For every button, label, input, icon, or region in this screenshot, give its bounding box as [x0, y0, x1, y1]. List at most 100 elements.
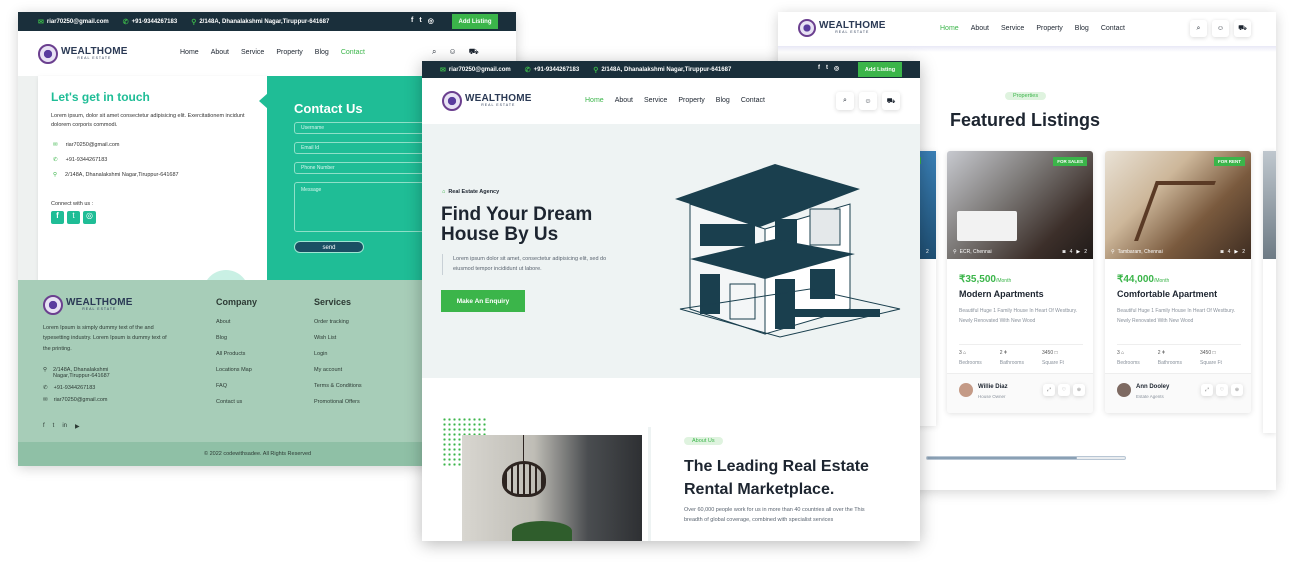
footer-email[interactable]: ✉ riar70250@gmail.com [43, 397, 133, 403]
search-icon[interactable]: ⌕ [836, 92, 854, 110]
service-link[interactable]: Order tracking [314, 319, 362, 325]
topbar-email[interactable]: ✉ riar70250@gmail.com [38, 18, 109, 26]
nav-contact[interactable]: Contact [341, 49, 365, 56]
company-link[interactable]: All Products [216, 351, 252, 357]
logo-mark-icon [798, 19, 816, 37]
enquiry-button[interactable]: Make An Enquiry [441, 290, 525, 312]
footer-phone[interactable]: ✆ +91-9344267183 [43, 385, 133, 391]
add-icon[interactable]: ⊕ [1231, 384, 1243, 396]
instagram-icon[interactable]: ◎ [834, 65, 839, 72]
heart-icon[interactable]: ♡ [1216, 384, 1228, 396]
service-link[interactable]: My account [314, 367, 362, 373]
services-title: Services [314, 297, 352, 307]
company-link[interactable]: Contact us [216, 399, 252, 405]
service-link[interactable]: Login [314, 351, 362, 357]
topbar-phone[interactable]: ✆ +91-9344267183 [525, 66, 579, 74]
nav-about[interactable]: About [211, 49, 229, 56]
service-link[interactable]: Promotional Offers [314, 399, 362, 405]
company-link[interactable]: About [216, 319, 252, 325]
twitter-icon[interactable]: t [53, 423, 55, 430]
expand-icon[interactable]: ⤢ [1201, 384, 1213, 396]
instagram-icon[interactable]: ◎ [83, 211, 96, 224]
agent-name[interactable]: Ann Dooley [1136, 384, 1169, 390]
user-icon[interactable]: ☺ [859, 92, 877, 110]
nav-property[interactable]: Property [1036, 25, 1062, 32]
nav-service[interactable]: Service [644, 97, 667, 104]
expand-icon[interactable]: ⤢ [1043, 384, 1055, 396]
mail-icon: ✉ [440, 66, 446, 74]
contact-phone[interactable]: ✆ +91-9344267183 [53, 157, 179, 163]
listing-card[interactable]: FOR RENT ⚲ Tambaram, Chennai ◙ 4 ▶ 2 ₹44,00… [1105, 151, 1251, 413]
company-link[interactable]: FAQ [216, 383, 252, 389]
cart-icon[interactable]: ⛟ [1234, 20, 1251, 37]
twitter-icon[interactable]: t [826, 65, 828, 72]
nav-service[interactable]: Service [241, 49, 264, 56]
facebook-icon[interactable]: f [818, 65, 820, 72]
topbar-phone[interactable]: ✆ +91-9344267183 [123, 18, 177, 26]
listing-price: ₹44,000/Month [1117, 274, 1170, 285]
message-field[interactable]: Message [294, 182, 434, 232]
facebook-icon[interactable]: f [411, 17, 413, 25]
add-listing-button[interactable]: Add Listing [858, 62, 902, 77]
add-listing-button[interactable]: Add Listing [452, 14, 498, 29]
nav-home[interactable]: Home [585, 97, 604, 104]
bed-icon: ⌂ [1121, 350, 1125, 356]
area-stat: 3450 □ Square Ft [1199, 350, 1222, 366]
nav-contact[interactable]: Contact [1101, 25, 1125, 32]
logo[interactable]: WEALTHOME REAL ESTATE [798, 19, 886, 37]
nav-contact[interactable]: Contact [741, 97, 765, 104]
footer-logo[interactable]: WEALTHOME REAL ESTATE [43, 295, 133, 315]
agent-name[interactable]: Willie Diaz [978, 384, 1008, 390]
cart-icon[interactable]: ⛟ [882, 92, 900, 110]
search-icon[interactable]: ⌕ [1190, 20, 1207, 37]
company-link[interactable]: Blog [216, 335, 252, 341]
company-link[interactable]: Locations Map [216, 367, 252, 373]
nav-property[interactable]: Property [276, 49, 302, 56]
scrollbar-thumb[interactable] [927, 457, 1077, 459]
instagram-icon[interactable]: ◎ [428, 17, 434, 25]
logo[interactable]: WEALTHOME REAL ESTATE [38, 44, 128, 64]
add-icon[interactable]: ⊕ [1073, 384, 1085, 396]
about-image [462, 435, 642, 541]
facebook-icon[interactable]: f [43, 423, 45, 430]
listing-name[interactable]: Comfortable Apartment [1117, 289, 1217, 299]
heart-icon[interactable]: ♡ [1058, 384, 1070, 396]
nav-home[interactable]: Home [940, 25, 959, 32]
nav-blog[interactable]: Blog [716, 97, 730, 104]
nav-blog[interactable]: Blog [1075, 25, 1089, 32]
phone-icon: ✆ [53, 157, 58, 163]
facebook-icon[interactable]: f [51, 211, 64, 224]
user-icon[interactable]: ☺ [448, 47, 456, 57]
bathrooms-stat: 2 ǂ Bathrooms [999, 350, 1024, 366]
send-button[interactable]: send [294, 241, 364, 253]
avatar [1117, 383, 1131, 397]
listing-name[interactable]: Modern Apartments [959, 289, 1044, 299]
user-icon[interactable]: ☺ [1212, 20, 1229, 37]
nav-about[interactable]: About [615, 97, 633, 104]
logo[interactable]: WEALTHOME REAL ESTATE [442, 91, 532, 111]
email-field[interactable]: Email Id [294, 142, 434, 154]
topbar-email[interactable]: ✉ riar70250@gmail.com [440, 66, 511, 74]
service-link[interactable]: Terms & Conditions [314, 383, 362, 389]
carousel-scrollbar[interactable] [926, 456, 1126, 460]
bathrooms-stat: 2 ǂ Bathrooms [1157, 350, 1182, 366]
twitter-icon[interactable]: t [67, 211, 80, 224]
phone-icon: ✆ [122, 18, 129, 26]
service-link[interactable]: Wish List [314, 335, 362, 341]
youtube-icon[interactable]: ▶ [75, 423, 80, 430]
search-icon[interactable]: ⌕ [432, 47, 436, 57]
nav-blog[interactable]: Blog [315, 49, 329, 56]
listing-card[interactable]: FOR SALES ⚲ ECR, Chennai ◙ 4 ▶ 2 ₹35,500/Mo… [947, 151, 1093, 413]
username-field[interactable]: Username [294, 122, 434, 134]
partial-card-right [1263, 151, 1276, 433]
touch-text: Lorem ipsum, dolor sit amet consectetur … [51, 113, 245, 128]
nav-service[interactable]: Service [1001, 25, 1024, 32]
contact-email[interactable]: ✉ riar70250@gmail.com [53, 142, 179, 148]
nav-about[interactable]: About [971, 25, 989, 32]
nav-home[interactable]: Home [180, 49, 199, 56]
linkedin-icon[interactable]: in [62, 423, 67, 430]
twitter-icon[interactable]: t [419, 17, 421, 25]
cart-icon[interactable]: ⛟ [469, 47, 479, 57]
phone-field[interactable]: Phone Number [294, 162, 434, 174]
nav-property[interactable]: Property [678, 97, 704, 104]
